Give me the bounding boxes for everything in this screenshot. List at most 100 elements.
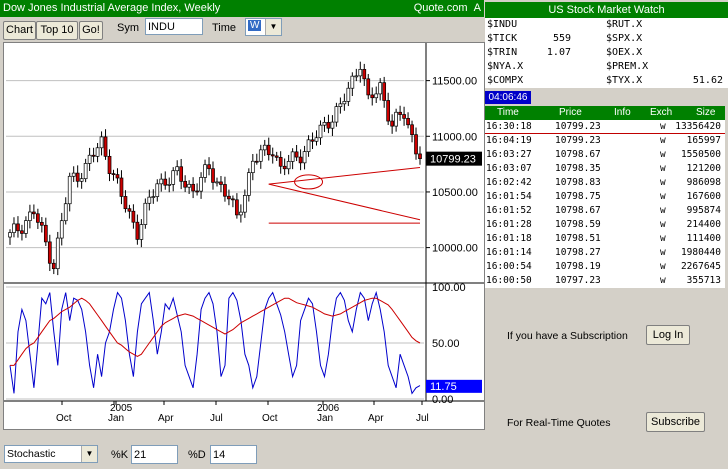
- candle-body: [350, 75, 355, 89]
- d-period-input[interactable]: 14: [210, 445, 257, 464]
- candle-body: [71, 172, 76, 177]
- candle-body: [346, 87, 351, 102]
- timeframe-select[interactable]: W ▼: [245, 18, 282, 36]
- trade-row[interactable]: 16:30:18 10799.23 w 13356420: [485, 120, 725, 134]
- candle-body: [171, 170, 176, 185]
- trade-row[interactable]: 16:00:50 10797.23 w 355713: [485, 274, 725, 287]
- candle-body: [155, 183, 160, 197]
- candle-body: [239, 211, 243, 216]
- candle-body: [310, 139, 315, 142]
- candle-body: [99, 136, 104, 149]
- trade-size: 995874: [686, 205, 721, 216]
- trade-row[interactable]: 16:01:28 10798.59 w 214400: [485, 218, 725, 231]
- trade-row[interactable]: 16:02:42 10798.83 w 986098: [485, 176, 725, 189]
- candle-body: [278, 156, 283, 167]
- candle-body: [191, 183, 195, 192]
- candle-body: [43, 224, 48, 243]
- y-tick-label: 11000.00: [432, 131, 477, 143]
- candle-body: [306, 139, 311, 152]
- realtime-text: For Real-Time Quotes: [507, 417, 611, 429]
- trade-exch: w: [660, 219, 666, 230]
- candle-body: [115, 174, 120, 179]
- trendline: [268, 166, 421, 185]
- trade-row[interactable]: 16:00:54 10798.19 w 2267645: [485, 260, 725, 273]
- candle-body: [95, 147, 100, 157]
- login-button[interactable]: Log In: [646, 325, 690, 345]
- trade-exch: w: [660, 121, 666, 132]
- trade-exch: w: [660, 261, 666, 272]
- x-tick-label: Jul: [416, 413, 429, 424]
- trade-row[interactable]: 16:01:54 10798.75 w 167600: [485, 190, 725, 203]
- k-period-input[interactable]: 21: [131, 445, 178, 464]
- candle-body: [250, 160, 255, 174]
- go-button[interactable]: Go!: [79, 21, 103, 40]
- watch-value: 559: [552, 33, 571, 44]
- chevron-down-icon: ▼: [265, 19, 281, 35]
- trade-size: 2267645: [680, 261, 721, 272]
- candle-body: [36, 213, 40, 223]
- candle-body: [231, 198, 235, 201]
- candle-body: [270, 154, 275, 157]
- chart-button[interactable]: Chart: [3, 21, 36, 40]
- candle-body: [318, 124, 323, 139]
- x-tick-label: Oct: [56, 413, 72, 424]
- trade-price: 10799.23: [555, 121, 601, 132]
- study-select[interactable]: Stochastic ▼: [4, 445, 98, 463]
- candle-body: [39, 221, 44, 226]
- chart-title-bar: Dow Jones Industrial Average Index, Week…: [0, 0, 484, 17]
- y-tick-label: 100.00: [432, 282, 466, 294]
- trade-time: 16:00:50: [486, 275, 532, 286]
- toolbar: Chart Top 10 Go! Sym INDU Time W ▼: [0, 17, 484, 41]
- candle-body: [16, 223, 20, 232]
- top10-button[interactable]: Top 10: [36, 21, 78, 40]
- symbol-input[interactable]: INDU: [145, 18, 203, 35]
- trade-price: 10798.35: [555, 163, 601, 174]
- column-header: Info: [614, 107, 631, 118]
- candle-body: [119, 177, 124, 197]
- candle-body: [32, 211, 36, 215]
- candle-body: [47, 241, 52, 264]
- trade-row[interactable]: 16:04:19 10799.23 w 165997: [485, 134, 725, 147]
- trade-size: 1980440: [680, 247, 721, 258]
- candle-body: [139, 224, 144, 240]
- candle-body: [51, 262, 56, 270]
- trade-row[interactable]: 16:01:52 10798.67 w 995874: [485, 204, 725, 217]
- trade-price: 10798.75: [555, 191, 601, 202]
- candle-body: [195, 190, 199, 193]
- candle-body: [83, 163, 88, 180]
- candle-body: [246, 172, 251, 196]
- candle-body: [262, 144, 267, 151]
- trade-row[interactable]: 16:03:27 10798.67 w 1550500: [485, 148, 725, 161]
- candle-body: [314, 137, 319, 142]
- trade-row[interactable]: 16:03:07 10798.35 w 121200: [485, 162, 725, 175]
- candle-body: [159, 178, 164, 185]
- candle-body: [111, 173, 116, 175]
- trade-size: 165997: [686, 135, 721, 146]
- trade-row[interactable]: 16:01:14 10798.27 w 1980440: [485, 246, 725, 259]
- trade-time: 16:01:52: [486, 205, 532, 216]
- candle-body: [418, 153, 422, 160]
- trade-row[interactable]: 16:01:18 10798.51 w 111400: [485, 232, 725, 245]
- watch-symbol: $NYA.X: [487, 61, 524, 72]
- candle-body: [87, 154, 92, 164]
- trade-time: 16:03:27: [486, 149, 532, 160]
- chart-svg: 11500.00 11000.00 10500.00 10000.00 100.00 50…: [4, 43, 484, 424]
- trade-time: 16:01:14: [486, 247, 532, 258]
- candle-body: [79, 178, 84, 182]
- watch-symbol: $OEX.X: [606, 47, 643, 58]
- candle-body: [28, 211, 32, 221]
- clock: 04:06:46: [485, 91, 531, 104]
- chart-area[interactable]: 11500.00 11000.00 10500.00 10000.00 100.00 50…: [3, 42, 485, 430]
- candle-body: [338, 103, 343, 107]
- subscribe-button[interactable]: Subscribe: [646, 412, 705, 432]
- trade-time: 16:01:28: [486, 219, 532, 230]
- trendline: [268, 183, 421, 221]
- candle-body: [366, 78, 371, 96]
- candle-body: [131, 210, 136, 223]
- trades-table[interactable]: 16:30:18 10799.23 w 13356420 16:04:19 10799.2…: [485, 120, 725, 288]
- chevron-down-icon: ▼: [81, 446, 97, 462]
- trade-size: 167600: [686, 191, 721, 202]
- y-tick-label: 11500.00: [432, 76, 477, 88]
- watch-symbol: $TICK: [487, 33, 518, 44]
- market-watch-title: US Stock Market Watch: [485, 2, 728, 18]
